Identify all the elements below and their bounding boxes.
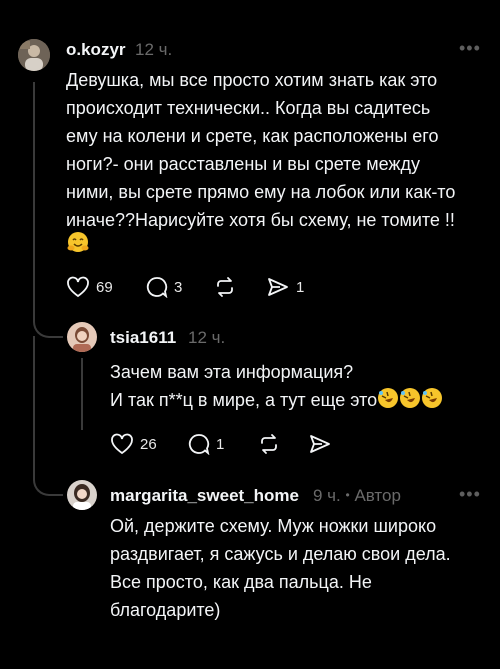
repost-icon <box>261 434 277 454</box>
more-icon[interactable]: ••• <box>459 38 481 59</box>
reply-count: 3 <box>174 278 183 296</box>
timestamp: 12 ч. <box>188 328 226 347</box>
username[interactable]: o.kozyr <box>66 40 126 60</box>
username[interactable]: tsia1611 <box>110 328 176 348</box>
avatar-o-kozyr[interactable] <box>18 39 50 71</box>
more-icon[interactable]: ••• <box>459 484 481 505</box>
send-icon <box>310 435 330 453</box>
text-line: Зачем вам эта информация? <box>110 362 354 382</box>
timestamp: 12 ч. <box>135 40 173 59</box>
text-line: ноги?- они расставлены и вы срете между <box>66 154 420 174</box>
thread-line <box>81 358 83 430</box>
rolling-laughing-emoji <box>377 387 443 417</box>
author-badge: Автор <box>354 486 401 505</box>
separator: • <box>345 488 350 502</box>
reply-count: 1 <box>216 435 225 453</box>
comment-text: Зачем вам эта информация? И так п**ц в м… <box>110 358 490 417</box>
text-line: благодарите) <box>110 600 221 620</box>
heart-icon <box>111 433 133 455</box>
repost-icon <box>217 277 233 297</box>
like-button[interactable]: 69 <box>66 276 113 298</box>
text-line-with-emoji: И так п**ц в мире, а тут еще это <box>110 386 490 417</box>
reply-button[interactable]: 3 <box>146 276 182 298</box>
thread-line <box>33 82 35 312</box>
text-line: Все просто, как два пальца. Не <box>110 572 372 592</box>
text-line: Девушка, мы все просто хотим знать как э… <box>66 70 438 90</box>
share-button[interactable] <box>308 433 332 455</box>
reply-button[interactable]: 1 <box>188 433 224 455</box>
repost-button[interactable] <box>214 276 236 298</box>
share-button[interactable]: 1 <box>266 276 304 298</box>
comment-icon <box>146 277 168 298</box>
thread-connector <box>33 300 63 338</box>
text-line: иначе??Нарисуйте хотя бы схему, не томит… <box>66 210 455 230</box>
like-button[interactable]: 26 <box>110 433 157 455</box>
avatar-margarita-sweet-home[interactable] <box>67 480 97 510</box>
like-count: 69 <box>96 278 113 296</box>
username[interactable]: margarita_sweet_home <box>110 486 299 506</box>
comment-icon <box>188 434 210 455</box>
text-line: ему на колени и срете, как расположены е… <box>66 126 439 146</box>
repost-button[interactable] <box>258 433 280 455</box>
thread-connector <box>33 470 63 496</box>
text-line: Ой, держите схему. Муж ножки широко <box>110 516 437 536</box>
share-count: 1 <box>296 278 305 296</box>
avatar-tsia1611[interactable] <box>67 322 97 352</box>
send-icon <box>268 278 288 296</box>
text-line: раздвигает, я сажусь и делаю свои дела. <box>110 544 451 564</box>
text-line: происходит технически.. Когда вы садитес… <box>66 98 431 118</box>
text-line: И так п**ц в мире, а тут еще это <box>110 390 378 410</box>
timestamp: 9 ч. <box>313 486 341 505</box>
comment-text: Ой, держите схему. Муж ножки широко разд… <box>110 512 490 624</box>
hugging-face-emoji <box>66 230 90 259</box>
comment-meta: 9 ч. • Автор <box>313 486 401 506</box>
heart-icon <box>67 276 89 298</box>
text-line: ними, вы срете прямо ему на лобок или ка… <box>66 182 456 202</box>
like-count: 26 <box>140 435 157 453</box>
comment-text: Девушка, мы все просто хотим знать как э… <box>66 66 486 234</box>
thread-line <box>33 336 35 476</box>
